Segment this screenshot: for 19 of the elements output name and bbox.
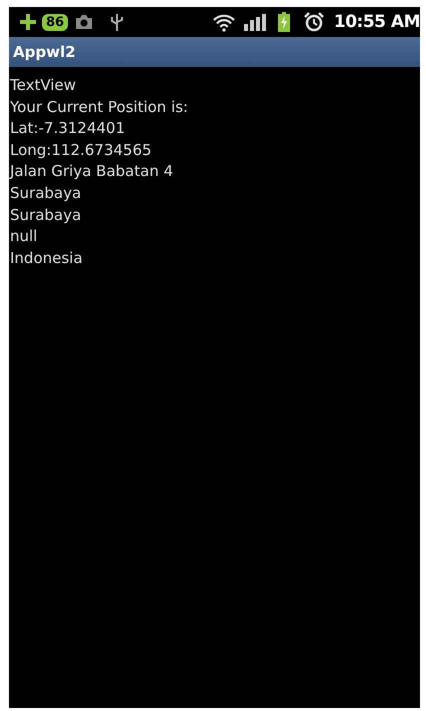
text-line: TextView — [10, 75, 77, 96]
battery-charging-icon — [278, 12, 290, 32]
plus-icon — [19, 13, 37, 31]
app-title: Appwl2 — [13, 43, 76, 61]
alarm-clock-icon — [304, 12, 324, 32]
wifi-icon — [212, 12, 236, 32]
text-line: null — [10, 226, 38, 248]
text-line: Your Current Position is: — [10, 96, 190, 118]
text-line: Lat:-7.3124401 — [10, 118, 126, 140]
text-line: Jalan Griya Babatan 4 — [10, 161, 174, 182]
notification-count: 86 — [42, 14, 68, 30]
status-time: 10:55 AM — [334, 12, 420, 32]
text-line: Surabaya — [10, 204, 82, 226]
usb-icon — [110, 12, 124, 32]
text-line: Long:112.6734565 — [10, 140, 153, 161]
signal-icon — [244, 14, 266, 30]
text-line: Surabaya — [10, 182, 82, 204]
camera-icon — [74, 14, 94, 30]
text-line: Indonesia — [10, 248, 84, 269]
